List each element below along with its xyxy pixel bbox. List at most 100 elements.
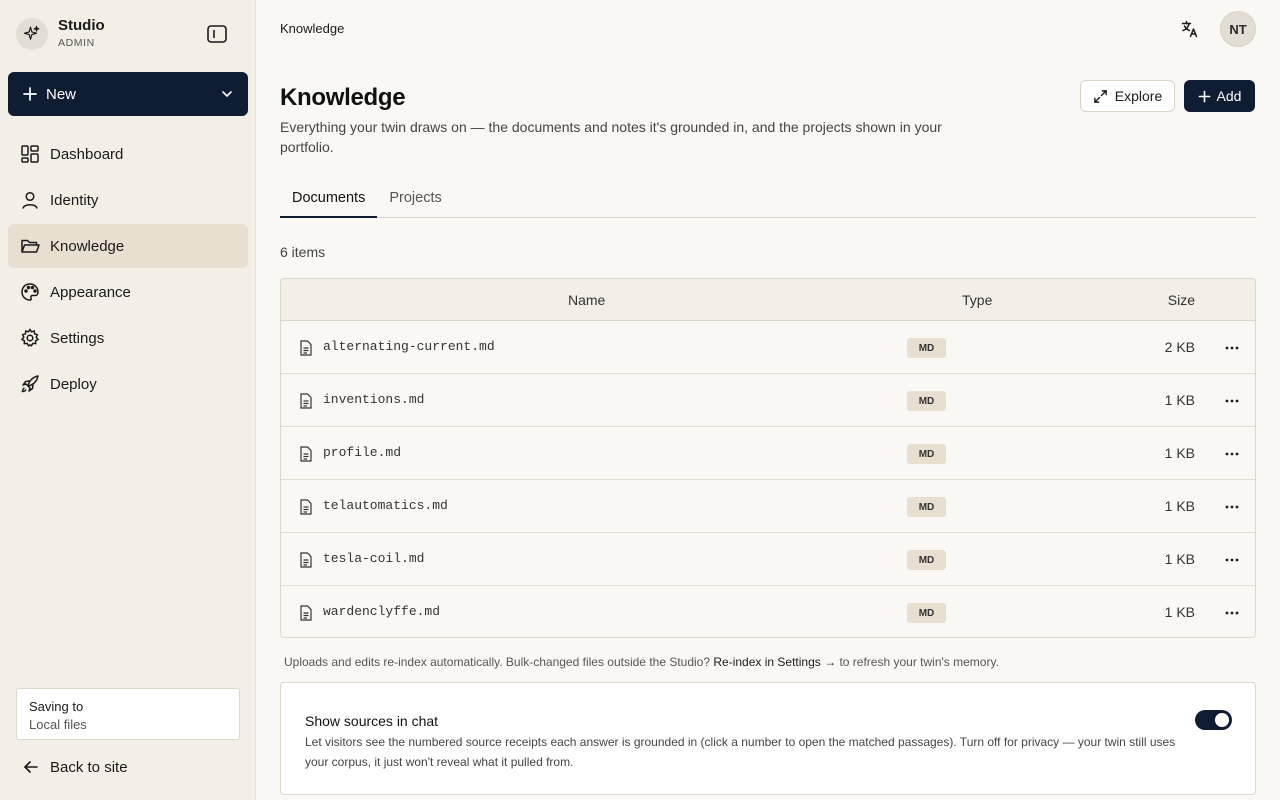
file-icon <box>300 340 312 356</box>
expand-icon <box>1093 89 1107 103</box>
table-row[interactable]: alternating-current.md MD 2 KB <box>281 321 1255 374</box>
new-button[interactable]: New <box>8 72 248 116</box>
show-sources-card: Show sources in chat Let visitors see th… <box>280 682 1256 795</box>
show-sources-toggle[interactable] <box>1195 710 1232 730</box>
reindex-settings-link[interactable]: Re-index in Settings → <box>713 655 836 669</box>
brand: Studio ADMIN <box>16 17 105 50</box>
sidebar-item-label: Appearance <box>50 283 131 301</box>
sidebar: Studio ADMIN New Dashboard Identity Know… <box>0 0 256 800</box>
page-description: Everything your twin draws on — the docu… <box>280 119 942 155</box>
folder-icon <box>21 239 40 253</box>
file-type-badge: MD <box>907 550 946 570</box>
table-row[interactable]: telautomatics.md MD 1 KB <box>281 480 1255 533</box>
sidebar-item-settings[interactable]: Settings <box>8 316 248 360</box>
plus-icon <box>23 87 37 101</box>
tab-bar: Documents Projects <box>280 180 1256 218</box>
table-header: Name Type Size <box>281 279 1255 321</box>
file-size: 1 KB <box>1164 392 1195 408</box>
chevron-down-icon <box>222 91 232 98</box>
sidebar-nav: Dashboard Identity Knowledge Appearance … <box>8 132 248 408</box>
sidebar-item-deploy[interactable]: Deploy <box>8 362 248 406</box>
explore-button[interactable]: Explore <box>1080 80 1175 112</box>
note-text-after: to refresh your twin's memory. <box>839 655 999 669</box>
sidebar-item-identity[interactable]: Identity <box>8 178 248 222</box>
file-type-badge: MD <box>907 444 946 464</box>
explore-label: Explore <box>1114 88 1163 104</box>
file-icon <box>300 605 312 621</box>
documents-table: Name Type Size alternating-current.md MD… <box>280 278 1256 638</box>
show-sources-title: Show sources in chat <box>305 713 439 729</box>
table-row[interactable]: tesla-coil.md MD 1 KB <box>281 533 1255 586</box>
saving-value: Local files <box>29 717 87 732</box>
more-options-icon[interactable] <box>1219 338 1245 358</box>
back-to-site-label: Back to site <box>50 758 128 776</box>
saving-location[interactable]: Saving to Local files <box>16 688 240 740</box>
note-text-before: Uploads and edits re-index automatically… <box>284 655 711 669</box>
dashboard-icon <box>21 145 39 163</box>
file-name[interactable]: telautomatics.md <box>323 498 448 513</box>
file-type-badge: MD <box>907 603 946 623</box>
more-options-icon[interactable] <box>1219 444 1245 464</box>
sidebar-item-knowledge[interactable]: Knowledge <box>8 224 248 268</box>
sparkle-icon <box>16 17 48 50</box>
sidebar-item-label: Deploy <box>50 375 97 393</box>
add-label: Add <box>1216 88 1242 104</box>
table-row[interactable]: wardenclyffe.md MD 1 KB <box>281 586 1255 637</box>
sidebar-toggle-icon[interactable] <box>206 24 228 44</box>
file-name[interactable]: tesla-coil.md <box>323 551 424 566</box>
more-options-icon[interactable] <box>1219 391 1245 411</box>
page-title: Knowledge <box>280 84 406 111</box>
file-name[interactable]: alternating-current.md <box>323 339 495 354</box>
file-size: 1 KB <box>1164 551 1195 567</box>
sidebar-item-label: Knowledge <box>50 237 125 255</box>
table-row[interactable]: inventions.md MD 1 KB <box>281 374 1255 427</box>
plus-icon <box>1198 90 1210 102</box>
sidebar-item-label: Settings <box>50 329 105 347</box>
sidebar-item-appearance[interactable]: Appearance <box>8 270 248 314</box>
brand-role: ADMIN <box>58 37 95 49</box>
tab-documents[interactable]: Documents <box>280 180 378 218</box>
file-type-badge: MD <box>907 391 946 411</box>
palette-icon <box>21 283 39 301</box>
sidebar-item-label: Identity <box>50 191 99 209</box>
column-header-size[interactable]: Size <box>1168 292 1195 308</box>
brand-name: Studio <box>58 17 105 34</box>
file-type-badge: MD <box>907 338 946 358</box>
arrow-left-icon <box>24 761 38 773</box>
file-name[interactable]: profile.md <box>323 445 401 460</box>
file-icon <box>300 552 312 568</box>
sidebar-item-dashboard[interactable]: Dashboard <box>8 132 248 176</box>
toggle-knob <box>1215 713 1229 727</box>
file-icon <box>300 393 312 409</box>
table-row[interactable]: profile.md MD 1 KB <box>281 427 1255 480</box>
tab-projects[interactable]: Projects <box>377 180 453 218</box>
add-button[interactable]: Add <box>1184 80 1255 112</box>
file-name[interactable]: inventions.md <box>323 392 424 407</box>
file-size: 1 KB <box>1164 498 1195 514</box>
translate-icon[interactable] <box>1178 17 1202 41</box>
saving-title: Saving to <box>29 699 84 714</box>
more-options-icon[interactable] <box>1219 497 1245 517</box>
file-size: 2 KB <box>1164 339 1195 355</box>
file-size: 1 KB <box>1164 445 1195 461</box>
file-name[interactable]: wardenclyffe.md <box>323 604 440 619</box>
file-size: 1 KB <box>1164 604 1195 620</box>
breadcrumb: Knowledge <box>280 21 345 36</box>
more-options-icon[interactable] <box>1219 550 1245 570</box>
gear-icon <box>20 328 40 347</box>
column-header-type[interactable]: Type <box>962 292 992 308</box>
file-type-badge: MD <box>907 497 946 517</box>
file-icon <box>300 499 312 515</box>
reindex-note: Uploads and edits re-index automatically… <box>284 655 999 669</box>
show-sources-description: Let visitors see the numbered source rec… <box>305 735 1176 769</box>
item-count: 6 items <box>280 244 326 260</box>
column-header-name[interactable]: Name <box>568 292 605 308</box>
rocket-icon <box>21 375 39 393</box>
new-button-label: New <box>46 85 77 103</box>
user-icon <box>22 191 38 209</box>
file-icon <box>300 446 312 462</box>
sidebar-item-label: Dashboard <box>50 145 124 163</box>
back-to-site-link[interactable]: Back to site <box>22 758 128 776</box>
avatar[interactable]: NT <box>1220 11 1256 47</box>
more-options-icon[interactable] <box>1219 603 1245 623</box>
